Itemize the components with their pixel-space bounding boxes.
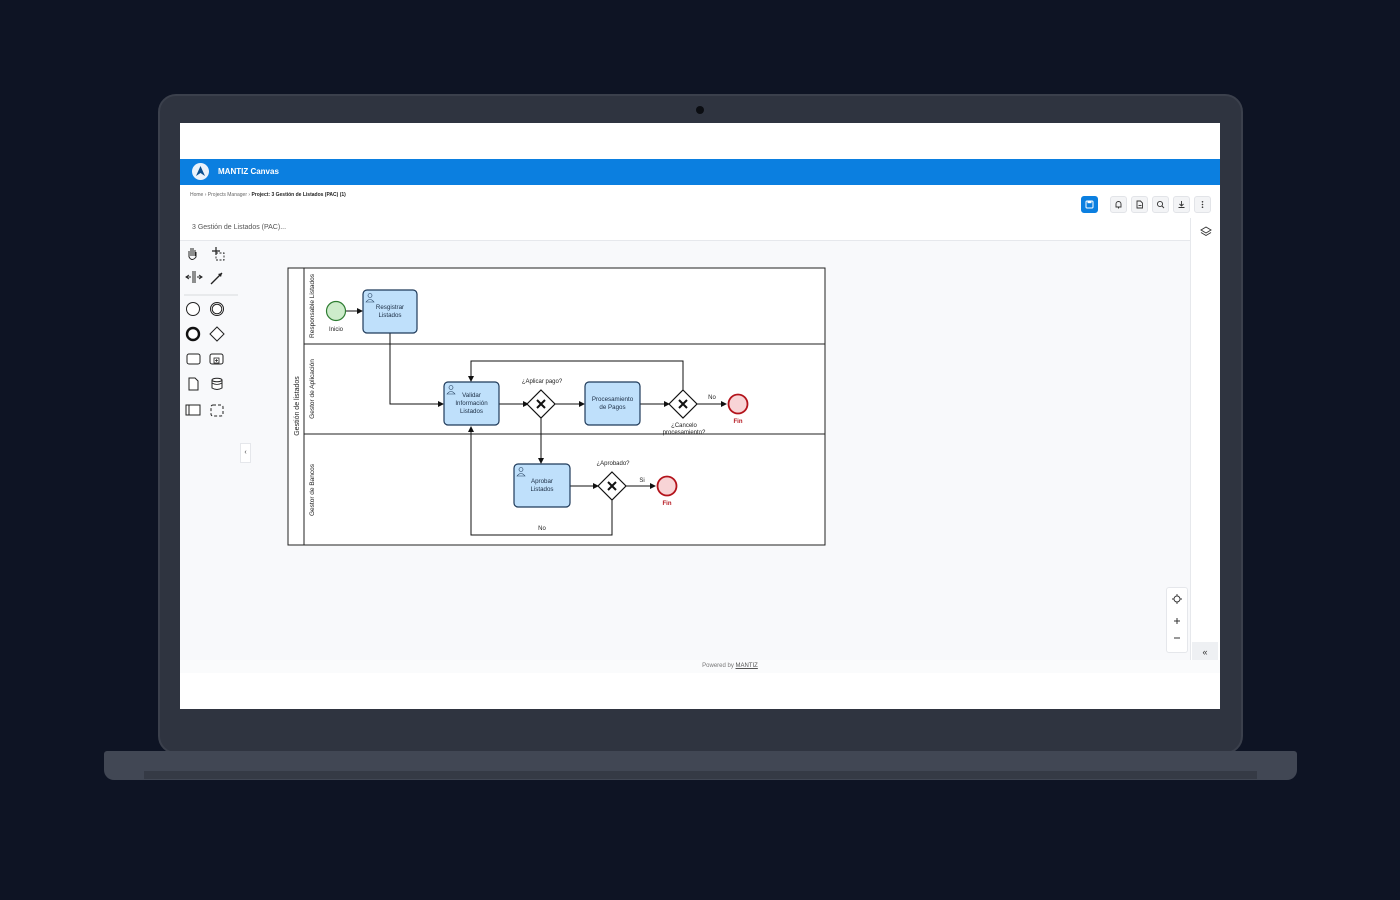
lane-label-gestor-bancos: Gestor de Bancos: [309, 463, 316, 516]
layers-icon[interactable]: [1198, 224, 1214, 240]
task-label: Listados: [530, 486, 553, 493]
breadcrumb-projects[interactable]: Projects Manager: [208, 192, 247, 198]
document-bar: [180, 218, 1190, 241]
file-export-icon: [1136, 200, 1143, 209]
gateway-label: ¿Aprobado?: [596, 461, 630, 467]
pool-icon[interactable]: [185, 404, 201, 416]
end-event-label: Fin: [663, 501, 672, 507]
task-aprobar-listados[interactable]: Aprobar Listados: [513, 463, 571, 508]
tool-palette-icons: [184, 247, 238, 417]
app-header: MANTIZ Canvas: [180, 159, 1220, 185]
gateway-label: ¿Cancelo: [671, 423, 697, 429]
save-icon: [1085, 200, 1094, 209]
task-label: Aprobar: [531, 478, 553, 485]
notifications-button[interactable]: [1110, 196, 1127, 213]
subprocess-icon[interactable]: [209, 353, 224, 365]
search-icon: [1156, 200, 1165, 209]
task-validar-informacion-listados[interactable]: Validar Información Listados: [443, 381, 500, 426]
flow-label: Si: [639, 478, 644, 484]
gateway-icon[interactable]: [209, 326, 225, 342]
mantiz-logo-icon[interactable]: [192, 163, 209, 180]
document-title: 3 Gestión de Listados (PAC)...: [192, 224, 287, 231]
zoom-controls: [1166, 587, 1188, 653]
task-icon[interactable]: [186, 353, 201, 365]
more-options-button[interactable]: [1194, 196, 1211, 213]
start-event-label: Inicio: [329, 327, 344, 333]
more-vertical-icon: [1201, 201, 1204, 208]
hand-tool-icon[interactable]: [188, 248, 197, 260]
powered-by-text: Powered by: [702, 663, 734, 669]
data-store-icon[interactable]: [211, 377, 223, 390]
powered-by-link[interactable]: MANTIZ: [736, 663, 758, 669]
breadcrumb-home[interactable]: Home: [190, 192, 203, 198]
zoom-in-icon[interactable]: [1174, 618, 1180, 624]
camera-icon: [696, 106, 704, 114]
task-label: Validar: [462, 392, 481, 399]
lane-label-gestor-aplicacion: Gestor de Aplicación: [309, 359, 316, 419]
task-label: de Pagos: [599, 404, 625, 411]
task-label: Listados: [378, 312, 401, 319]
app-title: MANTIZ Canvas: [218, 167, 279, 176]
export-file-button[interactable]: [1131, 196, 1148, 213]
end-event[interactable]: [656, 475, 678, 497]
breadcrumb-separator: ›: [248, 192, 251, 198]
properties-rail: [1190, 218, 1220, 660]
task-label: Procesamiento: [592, 396, 634, 403]
download-icon: [1178, 201, 1185, 208]
intermediate-event-icon[interactable]: [210, 302, 224, 316]
task-label: Listados: [460, 408, 483, 415]
gateway-label: ¿Aplicar pago?: [522, 379, 563, 385]
flow-label: No: [708, 395, 716, 401]
powered-by: Powered by MANTIZ: [180, 663, 1220, 669]
task-registrar-listados[interactable]: Resgistrar Listados: [362, 289, 418, 334]
search-button[interactable]: [1152, 196, 1169, 213]
end-event[interactable]: [727, 393, 749, 415]
start-event[interactable]: [325, 300, 347, 322]
app-screen: MANTIZ Canvas Home › Projects Manager › …: [180, 123, 1220, 709]
end-event-icon[interactable]: [185, 326, 201, 342]
group-icon[interactable]: [210, 404, 224, 417]
task-label: Información: [455, 400, 488, 407]
lasso-tool-icon[interactable]: [212, 247, 225, 261]
data-object-icon[interactable]: [188, 377, 199, 391]
download-button[interactable]: [1173, 196, 1190, 213]
bpmn-diagram[interactable]: Gestión de listados Responsable Listados…: [280, 258, 940, 558]
flow-label: No: [538, 526, 546, 532]
pool-label: Gestión de listados: [294, 376, 301, 436]
laptop-base-lip: [144, 771, 1257, 779]
breadcrumb-current: Project: 3 Gestión de Listados (PAC) (1): [251, 192, 346, 198]
recenter-icon[interactable]: [1172, 594, 1182, 604]
bell-icon: [1115, 201, 1122, 209]
breadcrumb-separator: ›: [204, 192, 207, 198]
task-procesamiento-de-pagos[interactable]: Procesamiento de Pagos: [584, 381, 641, 426]
space-tool-icon[interactable]: [185, 271, 203, 283]
save-button[interactable]: [1081, 196, 1098, 213]
end-event-label: Fin: [734, 419, 743, 425]
start-event-icon[interactable]: [186, 302, 200, 316]
palette-collapse-toggle[interactable]: ‹: [240, 443, 251, 463]
connect-tool-icon[interactable]: [210, 272, 223, 285]
gateway-label: procesamiento?: [663, 430, 706, 436]
lane-label-responsable: Responsable Listados: [309, 273, 316, 338]
task-label: Resgistrar: [376, 304, 404, 311]
breadcrumb: Home › Projects Manager › Project: 3 Ges…: [190, 192, 346, 198]
